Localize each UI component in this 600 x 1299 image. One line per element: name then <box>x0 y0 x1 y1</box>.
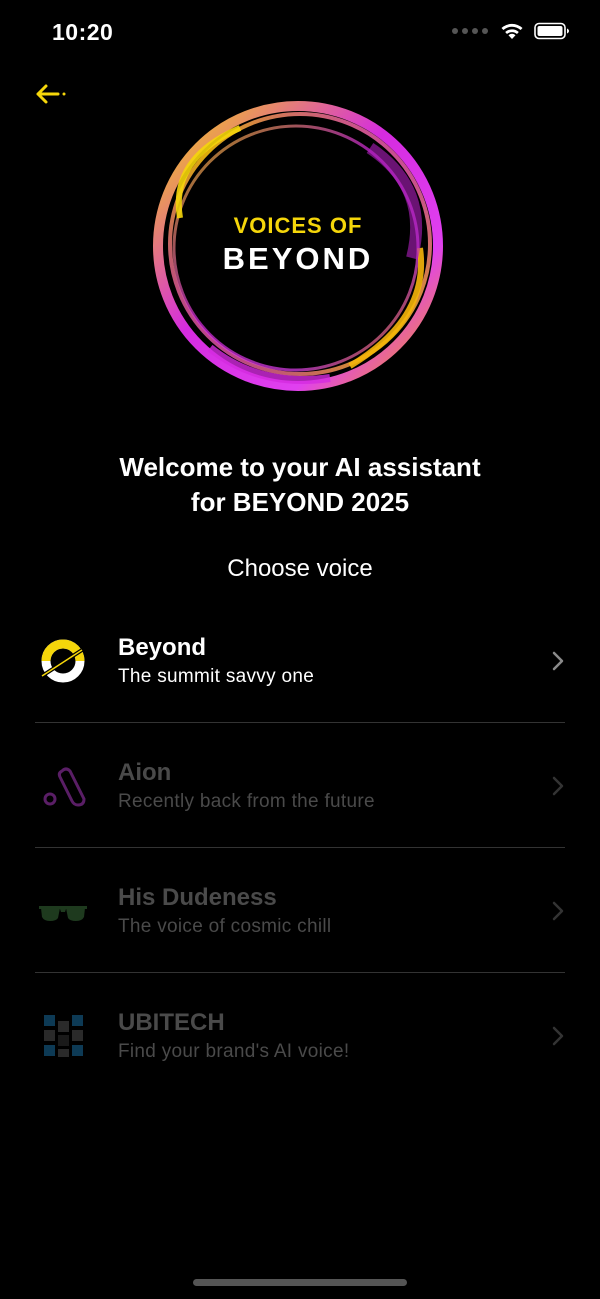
battery-icon <box>534 22 569 40</box>
chevron-right-icon <box>552 1026 564 1046</box>
wifi-icon <box>501 23 523 39</box>
ubitech-logo-icon <box>44 1015 83 1057</box>
voice-name: His Dudeness <box>118 884 277 911</box>
chevron-right-icon <box>552 651 564 671</box>
back-button[interactable] <box>32 78 72 110</box>
voice-description: The summit savvy one <box>118 666 315 687</box>
welcome-heading: Welcome to your AI assistant for BEYOND … <box>0 450 600 520</box>
status-time: 10:20 <box>52 19 114 45</box>
arrow-left-icon <box>36 84 66 104</box>
voice-name: UBITECH <box>118 1009 225 1036</box>
welcome-line-1: Welcome to your AI assistant <box>119 452 481 482</box>
logo-text-main: BEYOND <box>222 241 374 276</box>
voice-description: Find your brand's AI voice! <box>118 1041 350 1062</box>
welcome-line-2: for BEYOND 2025 <box>190 487 410 517</box>
voice-name: Aion <box>118 759 172 786</box>
voice-list: Beyond The summit savvy one Aion Recentl… <box>35 598 565 1097</box>
cellular-signal-icon <box>452 28 488 34</box>
status-icons <box>452 22 570 40</box>
beyond-logo-icon <box>40 639 85 683</box>
choose-voice-label: Choose voice <box>227 555 373 582</box>
voice-description: The voice of cosmic chill <box>118 916 332 937</box>
home-indicator[interactable] <box>193 1279 407 1286</box>
aion-logo-icon <box>43 767 86 807</box>
voice-description: Recently back from the future <box>118 791 375 812</box>
voice-item-his-dudeness[interactable]: His Dudeness The voice of cosmic chill <box>35 848 565 973</box>
chevron-right-icon <box>552 776 564 796</box>
voice-item-aion[interactable]: Aion Recently back from the future <box>35 723 565 848</box>
logo-text-top: VOICES OF <box>233 213 363 238</box>
status-bar: 10:20 <box>0 0 600 66</box>
voice-name: Beyond <box>118 634 207 661</box>
voice-item-beyond[interactable]: Beyond The summit savvy one <box>35 598 565 723</box>
sunglasses-icon <box>39 906 87 921</box>
voices-of-beyond-logo: VOICES OF BEYOND <box>150 98 446 394</box>
chevron-right-icon <box>552 901 564 921</box>
voice-item-ubitech[interactable]: UBITECH Find your brand's AI voice! <box>35 973 565 1097</box>
